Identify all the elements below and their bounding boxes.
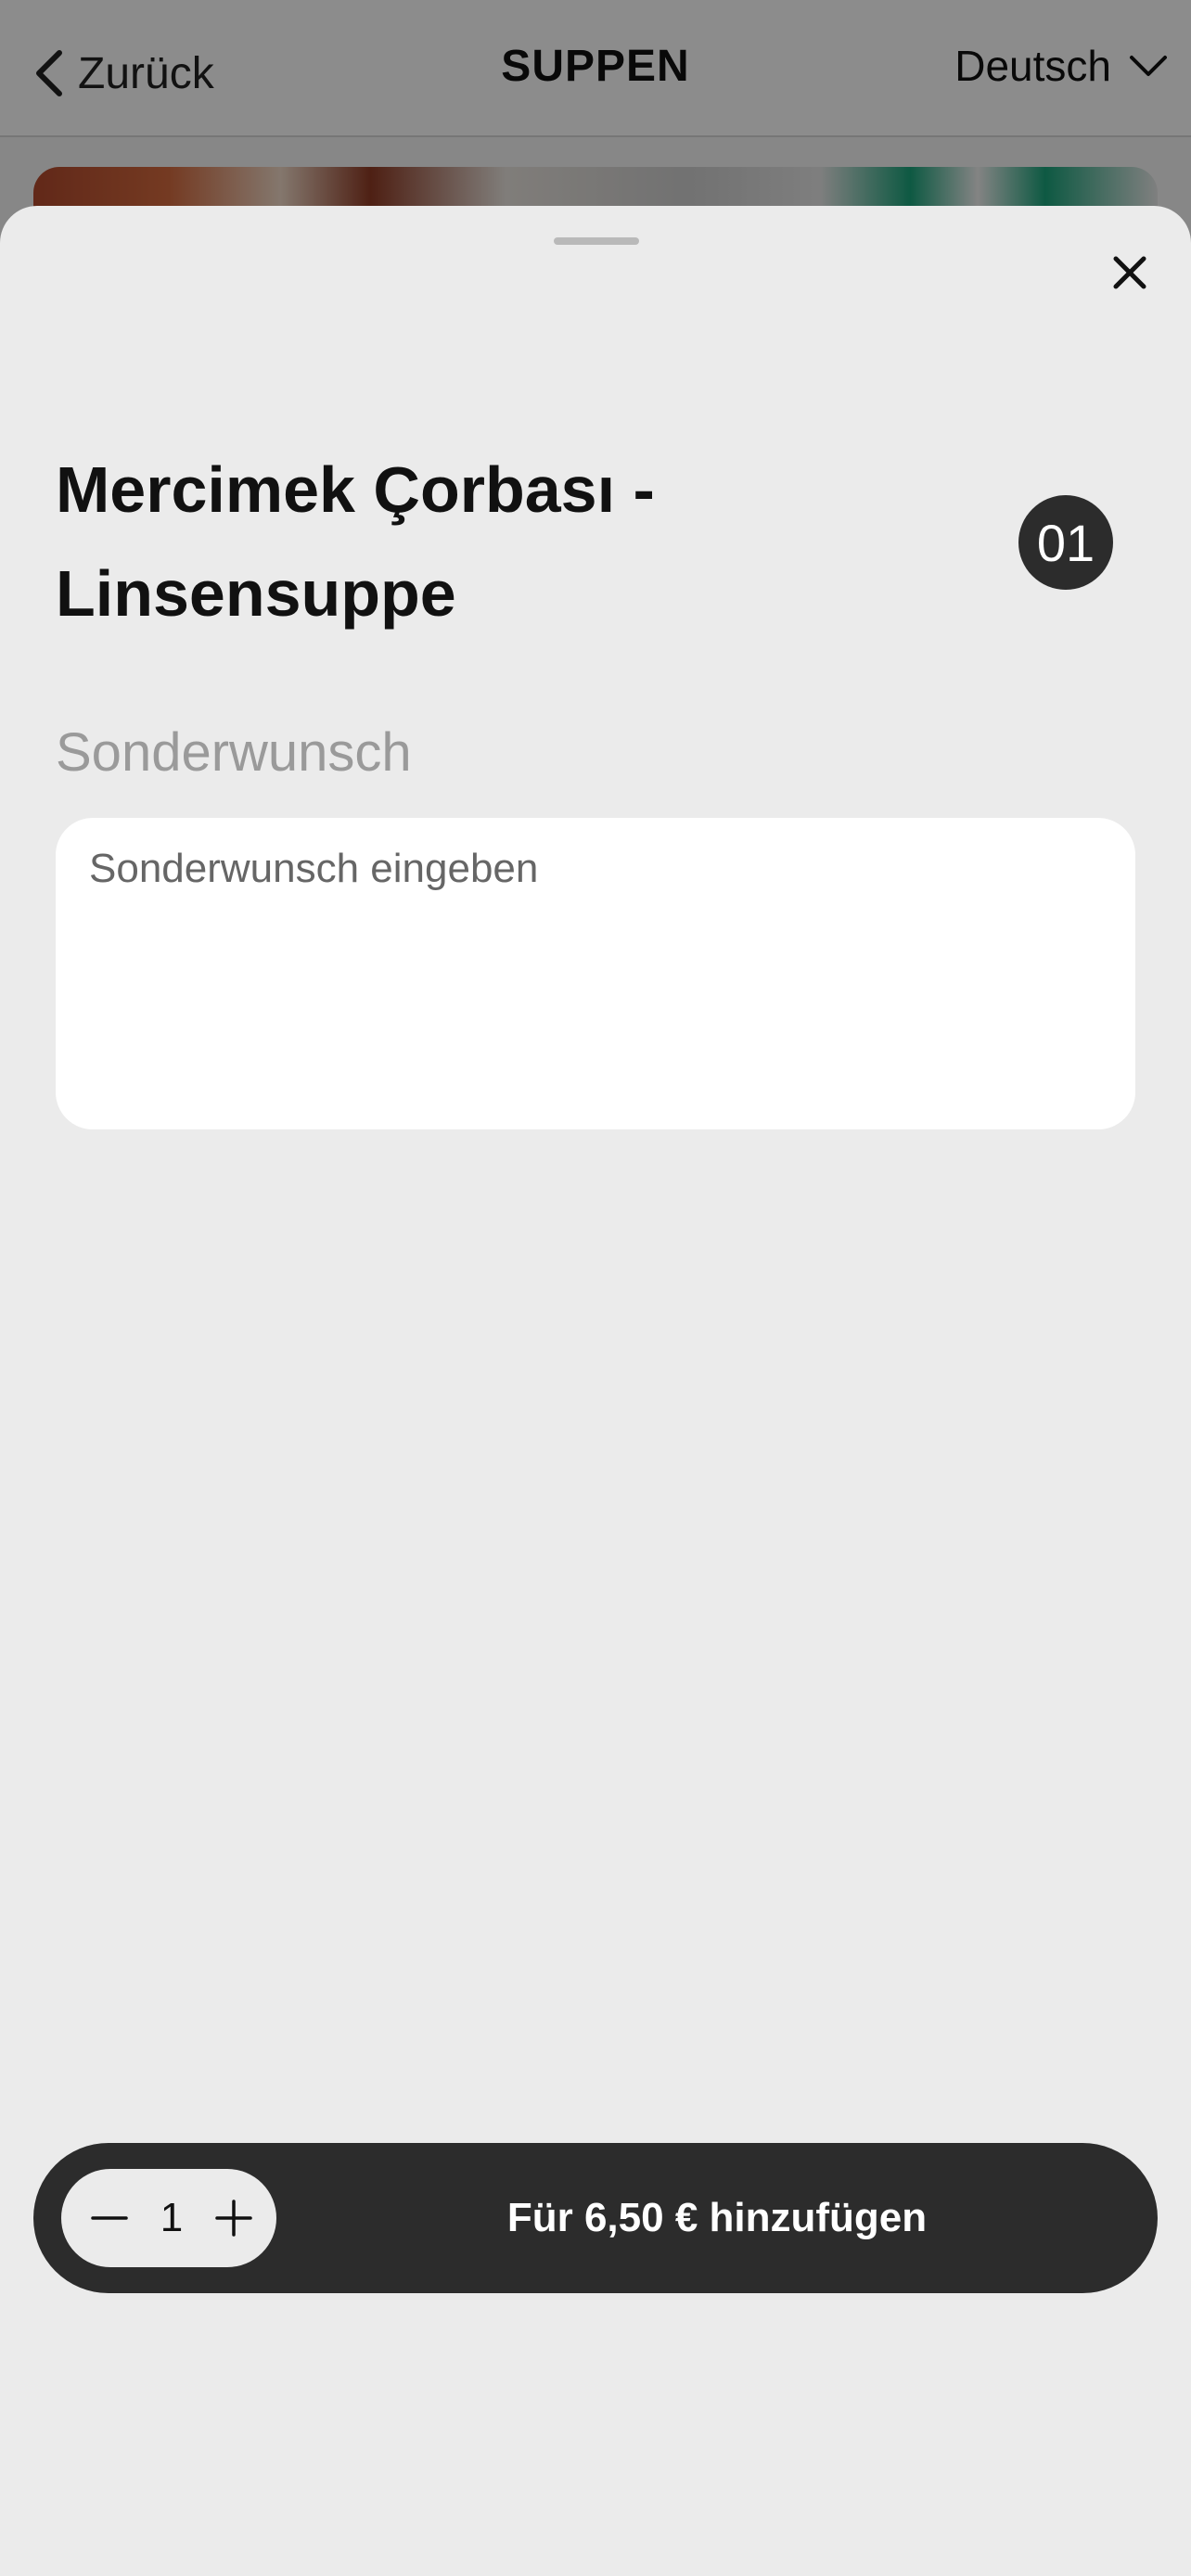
- product-number-badge: 01: [1018, 495, 1113, 590]
- add-to-cart-bar: 1 Für 6,50 € hinzufügen: [33, 2143, 1158, 2293]
- close-icon: [1113, 256, 1146, 289]
- close-button[interactable]: [1104, 247, 1156, 299]
- product-title: Mercimek Çorbası - Linsensuppe: [56, 453, 655, 630]
- increment-button[interactable]: [211, 2196, 256, 2240]
- product-bottom-sheet: Mercimek Çorbası - Linsensuppe 01 Sonder…: [0, 206, 1191, 2576]
- special-request-label: Sonderwunsch: [56, 722, 412, 783]
- add-to-cart-button[interactable]: Für 6,50 € hinzufügen: [276, 2143, 1158, 2293]
- minus-icon: [91, 2216, 128, 2220]
- plus-icon: [215, 2200, 252, 2237]
- decrement-button[interactable]: [87, 2196, 132, 2240]
- quantity-value: 1: [160, 2195, 184, 2240]
- special-request-input[interactable]: [56, 818, 1135, 1129]
- sheet-grabber[interactable]: [554, 237, 639, 245]
- quantity-stepper: 1: [61, 2169, 276, 2267]
